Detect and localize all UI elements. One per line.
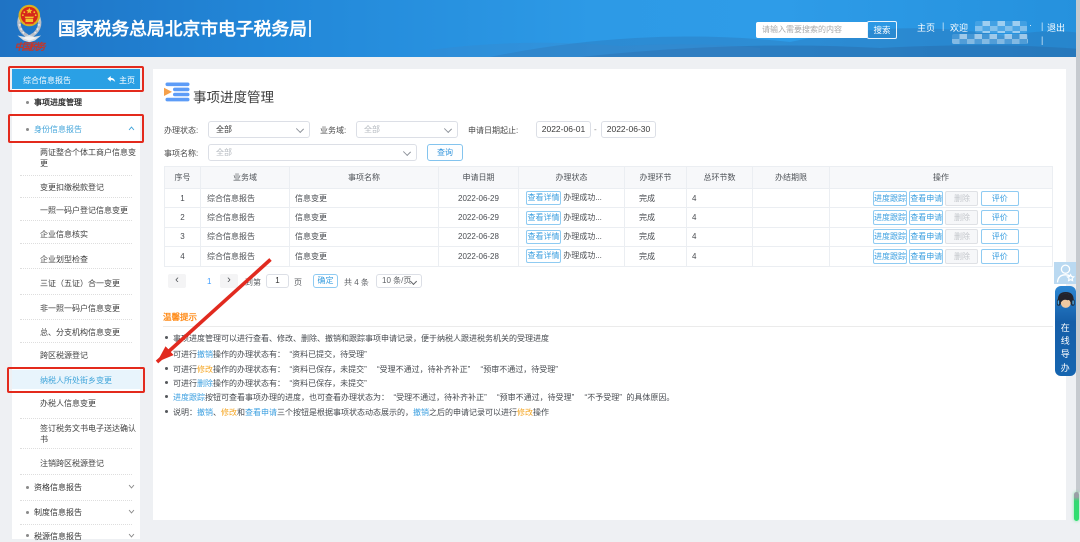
svg-text:中国税务: 中国税务 xyxy=(15,41,47,51)
